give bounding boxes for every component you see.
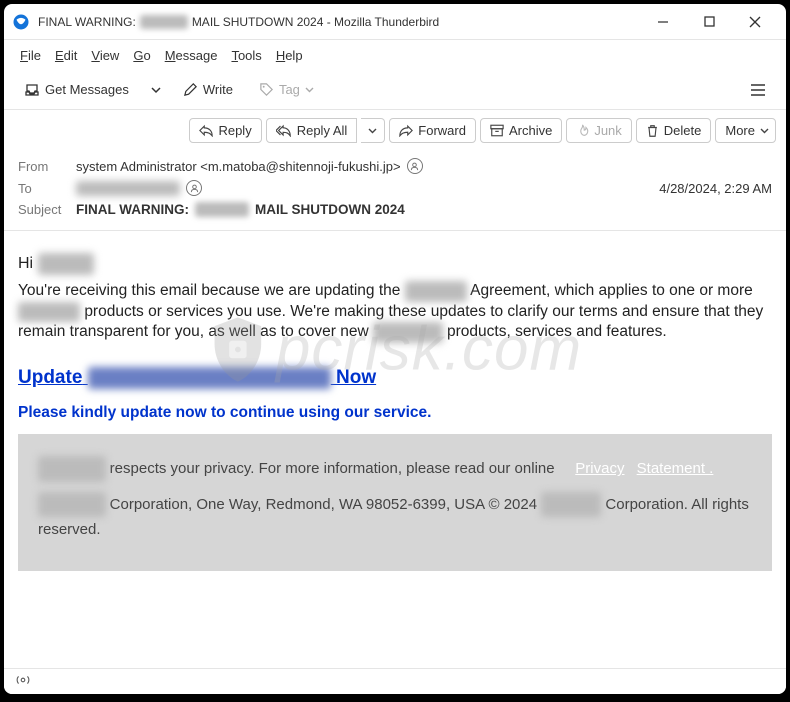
- from-value[interactable]: system Administrator <m.matoba@shitennoj…: [76, 159, 401, 174]
- reply-label: Reply: [218, 123, 251, 138]
- update-link[interactable]: Update xxxxxxxxxxxxxxxxxxxxxxx Now: [18, 367, 376, 389]
- tag-button[interactable]: Tag: [249, 77, 324, 102]
- footer-text-2: Corporation, One Way, Redmond, WA 98052-…: [110, 496, 537, 513]
- delete-button[interactable]: Delete: [636, 118, 712, 143]
- tag-icon: [259, 82, 274, 97]
- to-redacted: xxxxxxxxxxxxxxxx: [76, 181, 180, 196]
- menu-message[interactable]: Message: [159, 44, 224, 67]
- footer-line-1: xxxxxxxxx respects your privacy. For mor…: [38, 456, 752, 482]
- app-menu-button[interactable]: [740, 72, 776, 108]
- write-button[interactable]: Write: [173, 77, 243, 102]
- inbox-icon: [24, 82, 40, 98]
- to-label: To: [18, 181, 68, 196]
- archive-icon: [490, 124, 504, 137]
- subject-suffix: MAIL SHUTDOWN 2024: [255, 202, 405, 217]
- forward-icon: [399, 124, 413, 137]
- title-redacted: XXXXXX: [140, 15, 188, 29]
- footer-redacted-1: xxxxxxxxx: [38, 456, 106, 482]
- footer-text-1: respects your privacy. For more informat…: [110, 460, 555, 477]
- delete-label: Delete: [664, 123, 702, 138]
- p1-text-d: products, services and features.: [447, 323, 667, 340]
- update-redacted: xxxxxxxxxxxxxxxxxxxxxxx: [88, 367, 331, 389]
- title-bar: FINAL WARNING: XXXXXX MAIL SHUTDOWN 2024…: [4, 4, 786, 40]
- greeting-line: Hi xxxxxxx: [18, 253, 772, 275]
- status-bar: [4, 668, 786, 694]
- contact-icon[interactable]: [407, 158, 423, 174]
- pencil-icon: [183, 82, 198, 97]
- maximize-button[interactable]: [686, 7, 732, 37]
- header-to-row: To xxxxxxxxxxxxxxxx 4/28/2024, 2:29 AM: [18, 177, 772, 199]
- from-label: From: [18, 159, 68, 174]
- p1-text-b: Agreement, which applies to one or more: [470, 282, 753, 299]
- please-update-text: Please kindly update now to continue usi…: [18, 403, 772, 424]
- message-headers: From system Administrator <m.matoba@shit…: [4, 151, 786, 231]
- main-toolbar: Get Messages Write Tag: [4, 70, 786, 110]
- p1-redacted-1: xxxxxxxx: [405, 281, 467, 302]
- statement-link[interactable]: Statement .: [637, 460, 714, 477]
- window-controls: [640, 7, 778, 37]
- menu-help[interactable]: Help: [270, 44, 309, 67]
- menu-bar: File Edit View Go Message Tools Help: [4, 40, 786, 70]
- reply-button[interactable]: Reply: [189, 118, 261, 143]
- update-text-a: Update: [18, 367, 82, 388]
- menu-go[interactable]: Go: [127, 44, 156, 67]
- window-title: FINAL WARNING: XXXXXX MAIL SHUTDOWN 2024…: [38, 15, 640, 29]
- get-messages-button[interactable]: Get Messages: [14, 77, 139, 103]
- p1-redacted-3: xxxxxxxxx: [373, 322, 443, 343]
- subject-label: Subject: [18, 202, 68, 217]
- reply-all-dropdown[interactable]: [361, 118, 385, 143]
- contact-icon[interactable]: [186, 180, 202, 196]
- forward-button[interactable]: Forward: [389, 118, 476, 143]
- greeting-text: Hi: [18, 255, 33, 272]
- p1-redacted-2: xxxxxxxx: [18, 302, 80, 323]
- get-messages-label: Get Messages: [45, 82, 129, 97]
- more-label: More: [725, 123, 755, 138]
- reply-all-button[interactable]: Reply All: [266, 118, 358, 143]
- subject-prefix: FINAL WARNING:: [76, 202, 189, 217]
- write-label: Write: [203, 82, 233, 97]
- footer-box: xxxxxxxxx respects your privacy. For mor…: [18, 434, 772, 571]
- fire-icon: [576, 124, 589, 138]
- reply-all-icon: [276, 124, 292, 137]
- trash-icon: [646, 124, 659, 138]
- message-actions: Reply Reply All Forward Archive Junk Del…: [4, 110, 786, 151]
- archive-label: Archive: [509, 123, 552, 138]
- greeting-redacted: xxxxxxx: [38, 253, 94, 275]
- privacy-link[interactable]: Privacy: [575, 460, 624, 477]
- sync-indicator-icon[interactable]: [14, 673, 32, 690]
- tag-label: Tag: [279, 82, 300, 97]
- title-text-suffix: MAIL SHUTDOWN 2024 - Mozilla Thunderbird: [192, 15, 439, 29]
- subject-value: FINAL WARNING: XXXXXX MAIL SHUTDOWN 2024: [76, 202, 772, 217]
- menu-file[interactable]: File: [14, 44, 47, 67]
- subject-redacted: XXXXXX: [195, 202, 249, 217]
- more-button[interactable]: More: [715, 118, 776, 143]
- from-value-wrap: system Administrator <m.matoba@shitennoj…: [76, 158, 772, 174]
- app-window: FINAL WARNING: XXXXXX MAIL SHUTDOWN 2024…: [4, 4, 786, 694]
- menu-tools[interactable]: Tools: [225, 44, 267, 67]
- junk-label: Junk: [594, 123, 621, 138]
- reply-icon: [199, 124, 213, 137]
- forward-label: Forward: [418, 123, 466, 138]
- to-value-wrap: xxxxxxxxxxxxxxxx: [76, 180, 651, 196]
- message-body: Hi xxxxxxx You're receiving this email b…: [4, 231, 786, 668]
- title-text-prefix: FINAL WARNING:: [38, 15, 136, 29]
- archive-button[interactable]: Archive: [480, 118, 562, 143]
- header-from-row: From system Administrator <m.matoba@shit…: [18, 155, 772, 177]
- p1-text-a: You're receiving this email because we a…: [18, 282, 400, 299]
- menu-edit[interactable]: Edit: [49, 44, 83, 67]
- update-text-b: Now: [336, 367, 376, 388]
- minimize-button[interactable]: [640, 7, 686, 37]
- header-subject-row: Subject FINAL WARNING: XXXXXX MAIL SHUTD…: [18, 199, 772, 220]
- paragraph-1: You're receiving this email because we a…: [18, 281, 772, 344]
- footer-redacted-2: xxxxxxxxx: [38, 492, 106, 518]
- footer-line-2: xxxxxxxxx Corporation, One Way, Redmond,…: [38, 492, 752, 543]
- footer-redacted-3: xxxxxxxx: [541, 492, 601, 518]
- close-button[interactable]: [732, 7, 778, 37]
- message-date: 4/28/2024, 2:29 AM: [659, 181, 772, 196]
- thunderbird-icon: [12, 13, 30, 31]
- menu-view[interactable]: View: [85, 44, 125, 67]
- junk-button[interactable]: Junk: [566, 118, 631, 143]
- get-messages-dropdown[interactable]: [145, 80, 167, 100]
- reply-all-label: Reply All: [297, 123, 348, 138]
